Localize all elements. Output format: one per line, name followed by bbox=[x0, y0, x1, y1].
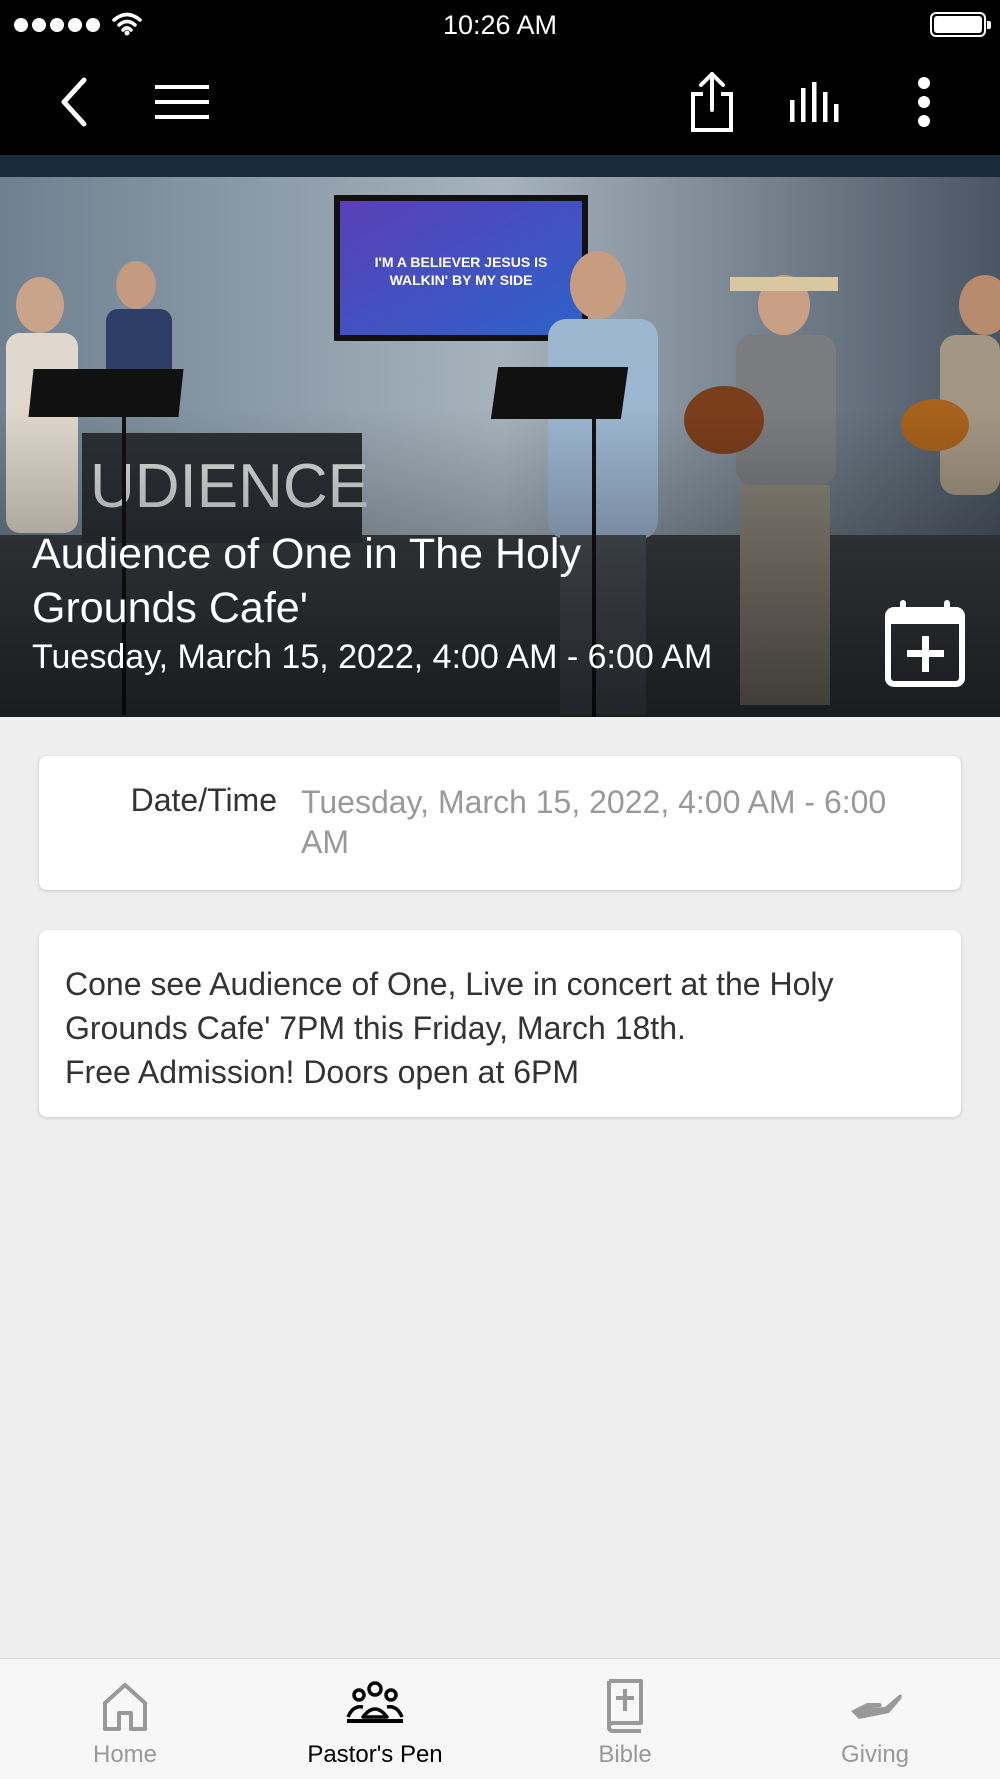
group-icon bbox=[346, 1681, 404, 1723]
datetime-card: Date/Time Tuesday, March 15, 2022, 4:00 … bbox=[39, 756, 961, 890]
calendar-add-icon bbox=[885, 600, 965, 687]
description-line: Cone see Audience of One, Live in concer… bbox=[65, 966, 834, 1002]
bottom-tab-bar: Home Pastor's Pen Bible Giving bbox=[0, 1658, 1000, 1778]
tab-pastors-pen-label: Pastor's Pen bbox=[307, 1741, 443, 1768]
share-button[interactable] bbox=[680, 70, 744, 134]
back-chevron-icon bbox=[61, 77, 87, 127]
status-bar: 10:26 AM bbox=[0, 0, 1000, 50]
share-icon bbox=[691, 72, 733, 132]
tab-bible-label: Bible bbox=[598, 1741, 652, 1768]
tab-giving[interactable]: Giving bbox=[750, 1659, 1000, 1779]
audio-button[interactable] bbox=[785, 70, 849, 134]
more-options-button[interactable] bbox=[892, 70, 956, 134]
audio-bars-icon bbox=[790, 82, 839, 122]
giving-hand-icon bbox=[851, 1694, 902, 1719]
status-time: 10:26 AM bbox=[442, 10, 558, 40]
add-to-calendar-button[interactable] bbox=[884, 598, 966, 688]
datetime-value: Tuesday, March 15, 2022, 4:00 AM - 6:00 … bbox=[301, 784, 887, 860]
home-icon bbox=[103, 1683, 147, 1731]
tab-home-label: Home bbox=[92, 1741, 158, 1768]
description-line: Grounds Cafe' 7PM this Friday, March 18t… bbox=[65, 1010, 686, 1046]
tab-giving-label: Giving bbox=[840, 1741, 910, 1768]
description-card: Cone see Audience of One, Live in concer… bbox=[39, 930, 961, 1117]
tab-home[interactable]: Home bbox=[0, 1659, 250, 1779]
datetime-label: Date/Time bbox=[130, 782, 277, 818]
hamburger-menu-icon bbox=[155, 85, 209, 119]
back-button[interactable] bbox=[42, 70, 106, 134]
bible-icon bbox=[607, 1679, 643, 1733]
description-line: Free Admission! Doors open at 6PM bbox=[65, 1054, 580, 1090]
navigation-bar bbox=[0, 50, 1000, 155]
more-vertical-icon bbox=[918, 77, 930, 127]
tab-bible[interactable]: Bible bbox=[500, 1659, 750, 1779]
event-title: Audience of One in The Holy Grounds Cafe… bbox=[32, 530, 581, 632]
menu-button[interactable] bbox=[150, 70, 214, 134]
event-hero-image: I'M A BELIEVER JESUS IS WALKIN' BY MY SI… bbox=[0, 155, 1000, 717]
battery-icon bbox=[930, 12, 991, 37]
tab-pastors-pen[interactable]: Pastor's Pen bbox=[250, 1659, 500, 1779]
event-datetime: Tuesday, March 15, 2022, 4:00 AM - 6:00 … bbox=[32, 638, 713, 676]
